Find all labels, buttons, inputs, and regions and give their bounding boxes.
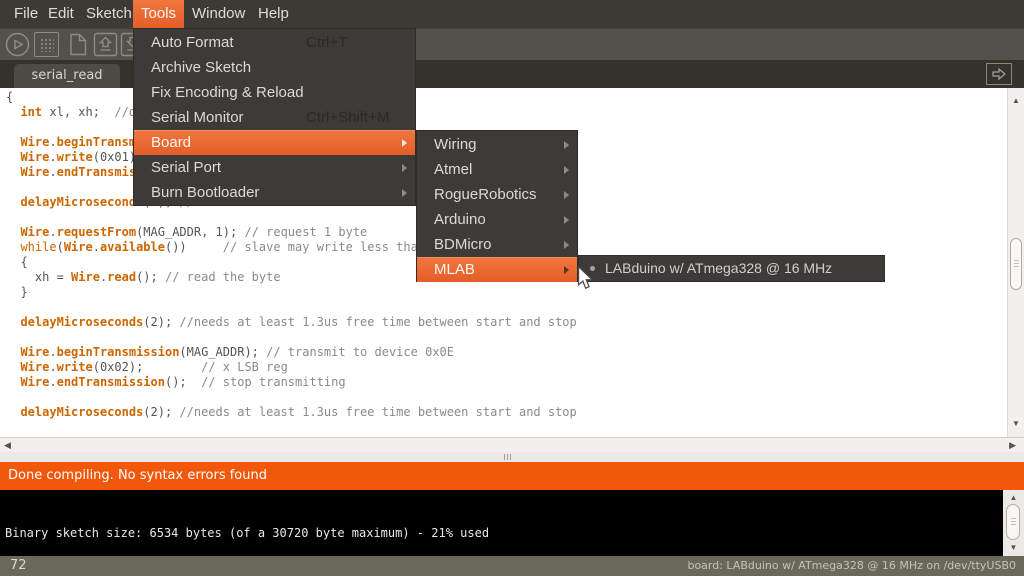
submenu-arrow-icon <box>402 164 407 172</box>
menu-item-fix-encoding[interactable]: Fix Encoding & Reload <box>134 80 415 105</box>
shortcut-label: Ctrl+T <box>306 30 347 55</box>
editor-horizontal-scrollbar[interactable]: ◀ ▶ <box>0 437 1024 452</box>
tab-menu-arrow-icon <box>987 71 1011 88</box>
code-line: Wire.write(0x02); // x LSB reg <box>6 360 577 375</box>
menu-item-burn-bootloader[interactable]: Burn Bootloader <box>134 180 415 205</box>
console-scroll-down-icon[interactable]: ▼ <box>1003 544 1024 552</box>
menu-item-bdmicro[interactable]: BDMicro <box>417 232 577 257</box>
menu-item-archive-sketch[interactable]: Archive Sketch <box>134 55 415 80</box>
scroll-down-icon[interactable]: ▼ <box>1008 420 1024 428</box>
code-line: } <box>6 285 577 300</box>
code-line: delayMicroseconds(2); //needs at least 1… <box>6 405 577 420</box>
submenu-arrow-icon <box>564 166 569 174</box>
submenu-arrow-icon <box>402 189 407 197</box>
menu-item-roguerobotics[interactable]: RogueRobotics <box>417 182 577 207</box>
tools-menu: Auto Format Ctrl+T Archive Sketch Fix En… <box>133 28 416 206</box>
menu-tools[interactable]: Tools <box>133 0 184 28</box>
mouse-cursor-icon <box>577 266 594 296</box>
scroll-up-icon[interactable]: ▲ <box>1008 97 1024 105</box>
menu-item-mlab[interactable]: MLAB <box>417 257 577 282</box>
menu-item-serial-monitor[interactable]: Serial Monitor Ctrl+Shift+M <box>134 105 415 130</box>
menu-window[interactable]: Window <box>184 0 253 28</box>
menu-help[interactable]: Help <box>250 0 297 28</box>
thumb-grip <box>1011 518 1016 527</box>
new-sketch-button[interactable] <box>65 32 90 57</box>
console-scrollbar[interactable]: ▲ ▼ <box>1003 490 1024 556</box>
tab-serial-read[interactable]: serial_read <box>14 64 120 88</box>
code-line <box>6 390 577 405</box>
code-line: delayMicroseconds(2); //needs at least 1… <box>6 315 577 330</box>
splitter-grip-icon <box>504 454 518 460</box>
code-line: Wire.endTransmission(); // stop transmit… <box>6 375 577 390</box>
editor-vertical-scrollbar[interactable]: ▲ ▼ <box>1007 88 1024 437</box>
menu-item-board[interactable]: Board <box>134 130 415 155</box>
console-scroll-up-icon[interactable]: ▲ <box>1003 494 1024 502</box>
menu-item-wiring[interactable]: Wiring <box>417 132 577 157</box>
open-sketch-button[interactable] <box>93 32 118 57</box>
compile-status-text: Done compiling. No syntax errors found <box>8 462 267 490</box>
menu-item-auto-format[interactable]: Auto Format Ctrl+T <box>134 30 415 55</box>
status-bar: 72 board: LABduino w/ ATmega328 @ 16 MHz… <box>0 556 1024 576</box>
board-port-info: board: LABduino w/ ATmega328 @ 16 MHz on… <box>687 556 1016 576</box>
console-scrollbar-thumb[interactable] <box>1006 504 1020 540</box>
new-file-icon <box>65 32 90 57</box>
menu-item-atmel[interactable]: Atmel <box>417 157 577 182</box>
submenu-arrow-icon <box>564 141 569 149</box>
menu-edit[interactable]: Edit <box>40 0 82 28</box>
scroll-left-icon[interactable]: ◀ <box>4 440 11 451</box>
menu-item-arduino[interactable]: Arduino <box>417 207 577 232</box>
menu-item-labduino[interactable]: LABduino w/ ATmega328 @ 16 MHz <box>579 256 884 281</box>
board-submenu: Wiring Atmel RogueRobotics Arduino BDMic… <box>416 130 578 282</box>
menubar: File Edit Sketch Tools Window Help <box>0 0 1024 28</box>
code-line <box>6 330 577 345</box>
line-number: 72 <box>10 556 27 576</box>
console-text: Binary sketch size: 6534 bytes (of a 307… <box>5 526 489 540</box>
arduino-ide-window: File Edit Sketch Tools Window Help <box>0 0 1024 576</box>
scroll-right-icon[interactable]: ▶ <box>1009 440 1016 451</box>
thumb-grip <box>1014 260 1019 269</box>
submenu-arrow-icon <box>564 266 569 274</box>
tab-menu-button[interactable] <box>986 63 1012 85</box>
console-splitter[interactable] <box>0 452 1024 462</box>
mlab-submenu: LABduino w/ ATmega328 @ 16 MHz <box>578 255 885 282</box>
stop-button[interactable] <box>34 32 59 57</box>
status-message-bar: Done compiling. No syntax errors found <box>0 462 1024 490</box>
menu-item-serial-port[interactable]: Serial Port <box>134 155 415 180</box>
submenu-arrow-icon <box>564 241 569 249</box>
submenu-arrow-icon <box>402 139 407 147</box>
menu-sketch[interactable]: Sketch <box>78 0 140 28</box>
submenu-arrow-icon <box>564 191 569 199</box>
console-output: Binary sketch size: 6534 bytes (of a 307… <box>0 490 1024 556</box>
submenu-arrow-icon <box>564 216 569 224</box>
code-line: Wire.beginTransmission(MAG_ADDR); // tra… <box>6 345 577 360</box>
code-line <box>6 300 577 315</box>
verify-button[interactable] <box>5 32 30 57</box>
shortcut-label: Ctrl+Shift+M <box>306 105 389 130</box>
play-icon <box>5 32 30 57</box>
open-up-arrow-icon <box>93 32 118 57</box>
scrollbar-thumb[interactable] <box>1010 238 1022 290</box>
